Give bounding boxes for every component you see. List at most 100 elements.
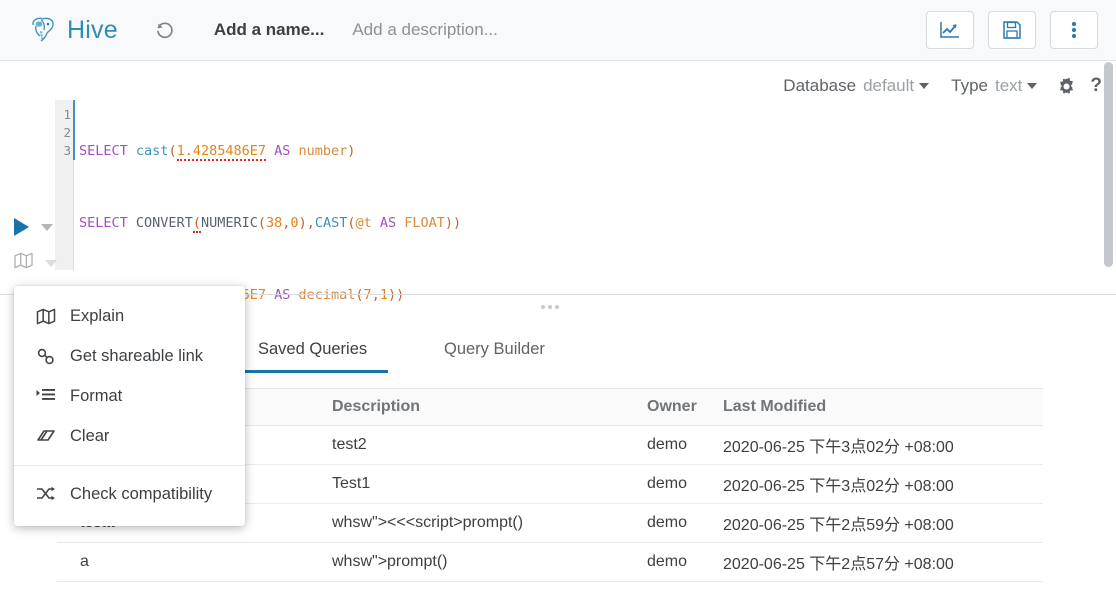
hive-elephant-logo-icon xyxy=(28,14,58,46)
cell-last-modified: 2020-06-25 下午3点02分 +08:00 xyxy=(723,439,954,456)
menu-item-explain[interactable]: Explain xyxy=(14,296,245,336)
menu-item-label: Explain xyxy=(70,306,125,325)
cell-last-modified: 2020-06-25 下午2点59分 +08:00 xyxy=(723,517,954,534)
menu-item-label: Format xyxy=(70,386,123,405)
tab-query-builder[interactable]: Query Builder xyxy=(444,340,545,373)
tab-saved-queries[interactable]: Saved Queries xyxy=(258,340,367,373)
chevron-down-icon[interactable] xyxy=(45,259,57,267)
sql-punct: ) xyxy=(298,215,307,231)
editor-action-bar xyxy=(14,213,57,277)
code-line-1: SELECT cast(1.4285486E7 AS number) xyxy=(79,142,461,161)
brand[interactable]: Hive xyxy=(28,14,118,46)
menu-item-label: Check compatibility xyxy=(70,484,213,503)
sql-number: 7 xyxy=(363,287,372,303)
cell-description: Test1 xyxy=(332,475,371,492)
sql-keyword: AS xyxy=(265,143,299,159)
cell-description: test2 xyxy=(332,436,367,453)
line-number: 2 xyxy=(63,125,71,140)
cell-last-modified: 2020-06-25 下午2点57分 +08:00 xyxy=(723,556,954,573)
query-description-input[interactable]: Add a description... xyxy=(352,20,498,40)
column-header-owner[interactable]: Owner xyxy=(647,398,723,416)
sql-punct: )) xyxy=(387,287,405,303)
code-line-2: SELECT CONVERT(NUMERIC(38,0),CAST(@t AS … xyxy=(79,214,462,233)
sql-keyword: AS xyxy=(371,215,405,231)
line-number: 1 xyxy=(63,107,71,122)
explain-query-button[interactable] xyxy=(14,249,57,277)
pane-drag-handle[interactable] xyxy=(541,305,559,309)
cell-owner: demo xyxy=(647,553,688,570)
cell-last-modified: 2020-06-25 下午3点02分 +08:00 xyxy=(723,478,954,495)
cell-description: whsw"><<<script>prompt() xyxy=(332,514,524,531)
sql-punct: )) xyxy=(444,215,462,231)
sql-function: NUMERIC xyxy=(200,215,258,231)
sql-number: 1 xyxy=(379,287,388,303)
database-label: Database xyxy=(783,76,857,95)
sql-keyword: AS xyxy=(265,287,299,303)
sql-number: 0 xyxy=(290,215,299,231)
sql-editor[interactable]: 1 2 3 SELECT cast(1.4285486E7 AS number)… xyxy=(0,100,1116,304)
cell-name: a xyxy=(80,553,89,570)
editor-gutter-rail xyxy=(73,160,74,270)
cell-owner: demo xyxy=(647,514,688,531)
map-icon xyxy=(36,308,62,325)
menu-item-clear[interactable]: Clear xyxy=(14,416,245,456)
sql-punct: , xyxy=(371,287,380,303)
table-row-partial[interactable] xyxy=(57,582,1043,597)
map-explain-icon xyxy=(14,252,33,274)
sql-punct: ( xyxy=(168,143,177,159)
chart-button[interactable] xyxy=(926,11,974,49)
top-bar: Hive Add a name... Add a description... xyxy=(0,0,1116,61)
play-triangle-icon xyxy=(14,218,29,236)
query-options-row: Database default Type text ? xyxy=(783,70,1102,102)
menu-item-get-shareable-link[interactable]: Get shareable link xyxy=(14,336,245,376)
column-header-last-modified[interactable]: Last Modified xyxy=(723,398,1043,416)
sql-function: CONVERT xyxy=(135,215,193,231)
sql-punct: ( xyxy=(347,215,356,231)
history-revert-icon[interactable] xyxy=(152,17,178,43)
menu-item-label: Get shareable link xyxy=(70,346,203,365)
menu-item-check-compatibility[interactable]: Check compatibility xyxy=(14,474,245,514)
cell-description: whsw">prompt() xyxy=(332,553,448,570)
more-button[interactable] xyxy=(1050,11,1098,49)
type-select[interactable]: text xyxy=(995,76,1022,96)
editor-scrollbar[interactable] xyxy=(1104,62,1113,267)
format-indent-icon xyxy=(36,388,62,404)
sql-identifier: decimal xyxy=(298,287,356,303)
sql-keyword: SELECT xyxy=(79,215,128,231)
type-label: Type xyxy=(951,76,988,95)
link-chain-icon xyxy=(36,347,62,365)
save-button[interactable] xyxy=(988,11,1036,49)
shuffle-arrows-icon xyxy=(36,486,62,502)
eraser-icon xyxy=(36,428,62,444)
column-header-description[interactable]: Description xyxy=(332,398,647,416)
sql-punct: ( xyxy=(355,287,364,303)
menu-item-label: Clear xyxy=(70,426,110,445)
sql-function: CAST xyxy=(314,215,348,231)
sql-number: 1.4285486E7 xyxy=(176,143,266,161)
sql-punct: ( xyxy=(257,215,267,231)
sql-function: cast xyxy=(135,143,169,159)
sql-punct: ( xyxy=(192,215,201,233)
line-numbers: 1 2 3 xyxy=(55,106,71,160)
chevron-down-icon[interactable] xyxy=(1027,83,1038,89)
database-select[interactable]: default xyxy=(863,76,914,96)
top-bar-actions xyxy=(926,11,1098,49)
sql-identifier: number xyxy=(298,143,348,159)
sql-variable: @t xyxy=(355,215,372,231)
sql-number: 38 xyxy=(266,215,283,231)
menu-item-format[interactable]: Format xyxy=(14,376,245,416)
chevron-down-icon[interactable] xyxy=(919,83,930,89)
hive-query-editor-app: Hive Add a name... Add a description... xyxy=(0,0,1116,597)
line-number: 3 xyxy=(63,143,71,158)
sql-punct: ) xyxy=(347,143,356,159)
gear-icon[interactable] xyxy=(1057,77,1076,96)
cell-owner: demo xyxy=(647,475,688,492)
editor-context-menu: Explain Get shareable link Format Clear … xyxy=(14,286,245,526)
table-row[interactable]: a whsw">prompt() demo 2020-06-25 下午2点57分… xyxy=(57,543,1043,582)
query-name-input[interactable]: Add a name... xyxy=(214,20,325,40)
sql-keyword: SELECT xyxy=(79,143,128,159)
brand-name: Hive xyxy=(67,15,118,44)
chevron-down-icon[interactable] xyxy=(41,223,53,231)
run-query-button[interactable] xyxy=(14,213,57,241)
question-mark-icon[interactable]: ? xyxy=(1090,75,1102,97)
